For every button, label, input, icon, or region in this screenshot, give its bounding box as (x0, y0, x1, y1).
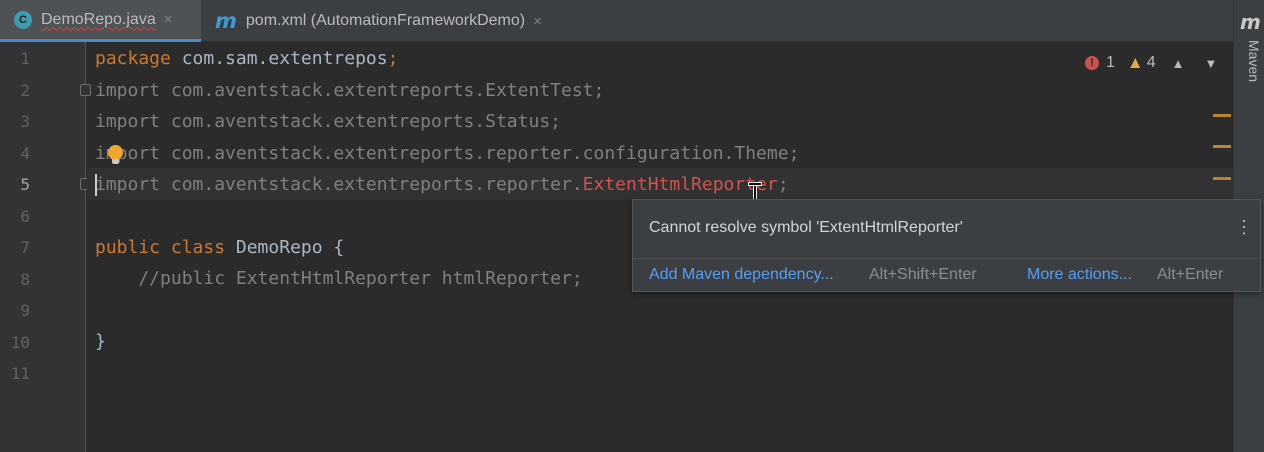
code-line-10: } (95, 331, 106, 352)
more-actions-link[interactable]: More actions... (1027, 266, 1132, 284)
import-path: import com.aventstack.extentreports.repo… (95, 174, 583, 195)
line-number: 5 (20, 175, 30, 194)
tab-title: pom.xml (AutomationFrameworkDemo) (245, 12, 526, 29)
tab-demorepo-java[interactable]: C DemoRepo.java × (0, 0, 201, 42)
code-line-1: package com.sam.extentrepos; (95, 48, 398, 69)
keyword: public class (95, 237, 226, 258)
next-highlight-icon[interactable]: ▼ (1205, 56, 1218, 71)
code-line-2: import com.aventstack.extentreports.Exte… (95, 80, 605, 101)
line-number: 8 (20, 270, 30, 289)
error-message: Cannot resolve symbol 'ExtentHtmlReporte… (649, 219, 963, 236)
previous-highlight-icon[interactable]: ▲ (1172, 56, 1185, 71)
add-maven-dependency-link[interactable]: Add Maven dependency... (649, 266, 834, 284)
error-icon: ! (1085, 56, 1099, 70)
warning-marker[interactable] (1213, 114, 1231, 117)
semicolon: ; (777, 174, 789, 195)
more-actions-shortcut: Alt+Enter (1157, 266, 1224, 283)
tab-title: DemoRepo.java (41, 10, 156, 28)
error-tooltip-popup: Cannot resolve symbol 'ExtentHtmlReporte… (632, 199, 1261, 292)
lightbulb-icon[interactable] (108, 145, 123, 164)
maven-icon[interactable]: m (1240, 10, 1261, 34)
line-number: 7 (20, 238, 30, 257)
line-number: 11 (10, 364, 30, 383)
package-name: com.sam.extentrepos (170, 48, 388, 69)
maven-file-icon: m (215, 9, 237, 33)
warning-count: 4 (1146, 54, 1156, 71)
warning-marker[interactable] (1213, 145, 1231, 148)
line-number: 2 (20, 81, 30, 100)
maven-tool-window-button[interactable]: Maven (1236, 40, 1262, 82)
editor-tab-bar: C DemoRepo.java × m pom.xml (AutomationF… (0, 0, 1233, 42)
error-count: 1 (1106, 54, 1115, 71)
close-tab-icon[interactable]: × (164, 11, 173, 28)
divider (633, 258, 1260, 259)
close-tab-icon[interactable]: × (533, 13, 542, 30)
semicolon: ; (387, 48, 399, 69)
text-caret (95, 174, 97, 196)
warning-marker[interactable] (1213, 177, 1231, 180)
warning-icon: ▲ (1126, 53, 1144, 72)
code-line-4: import com.aventstack.extentreports.repo… (95, 143, 800, 164)
class-declaration: DemoRepo { (225, 237, 345, 258)
java-class-icon: C (14, 10, 32, 29)
line-number: 4 (20, 144, 30, 163)
code-line-3: import com.aventstack.extentreports.Stat… (95, 111, 561, 132)
line-number: 9 (20, 301, 30, 320)
line-number: 3 (20, 112, 30, 131)
line-number: 10 (10, 333, 30, 352)
more-options-icon[interactable]: ⋮ (1235, 217, 1253, 237)
code-line-7: public class DemoRepo { (95, 237, 344, 258)
line-number-gutter: 1 2 3 4 5 6 7 8 9 10 11 (0, 42, 86, 452)
tab-pom-xml[interactable]: m pom.xml (AutomationFrameworkDemo) × (201, 0, 591, 42)
line-number: 6 (20, 207, 30, 226)
inspection-widget[interactable]: ! 1 ▲ 4 ▲ ▼ (1085, 53, 1217, 73)
code-line-8: //public ExtentHtmlReporter htmlReporter… (95, 268, 583, 289)
code-line-5: import com.aventstack.extentreports.repo… (95, 174, 789, 195)
line-number: 1 (20, 49, 30, 68)
add-maven-dependency-shortcut: Alt+Shift+Enter (869, 266, 977, 283)
keyword: package (95, 48, 171, 69)
